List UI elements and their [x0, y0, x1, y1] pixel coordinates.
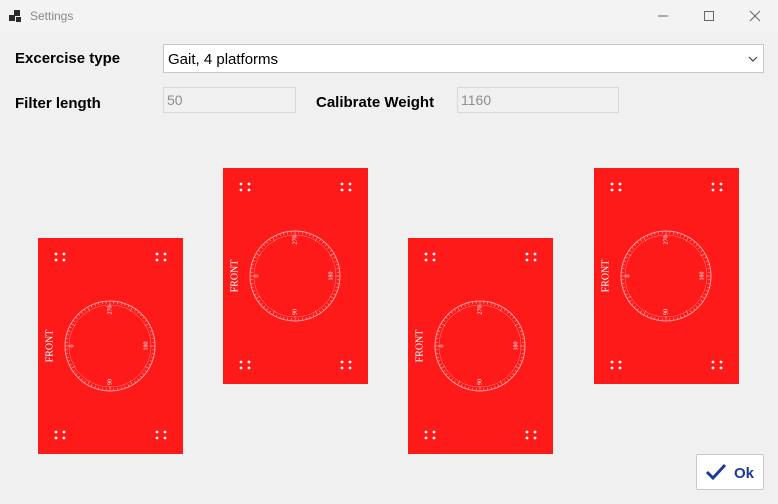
dial-label: 180	[513, 342, 519, 351]
front-label: FRONT	[44, 330, 55, 363]
maximize-icon	[704, 11, 714, 21]
dial-label: 180	[328, 272, 334, 281]
dial-label: 90	[107, 379, 113, 385]
window-title: Settings	[30, 9, 74, 23]
filter-length-label: Filter length	[15, 95, 101, 112]
dial-label: 90	[663, 309, 669, 315]
dial-label: 270	[292, 236, 298, 245]
title-bar: Settings	[0, 0, 778, 32]
maximize-button[interactable]	[686, 0, 732, 32]
close-button[interactable]	[732, 0, 778, 32]
force-platform-2: 0 90 180 270 FRONT	[223, 168, 368, 384]
front-label: FRONT	[414, 330, 425, 363]
calibrate-weight-field[interactable]: 1160	[457, 87, 619, 113]
calibrate-weight-label: Calibrate Weight	[316, 94, 435, 111]
dial-label: 0	[69, 345, 75, 348]
front-label: FRONT	[229, 260, 240, 293]
dial-label: 270	[107, 306, 113, 315]
dial-label: 270	[663, 236, 669, 245]
force-platform-4: 0 90 180 270 FRONT	[594, 168, 739, 384]
minimize-button[interactable]	[640, 0, 686, 32]
exercise-type-value: Gait, 4 platforms	[168, 51, 279, 68]
ok-label: Ok	[734, 465, 755, 482]
platform-surface	[408, 238, 553, 454]
exercise-type-label: Excercise type	[15, 50, 121, 67]
platform-surface	[594, 168, 739, 384]
exercise-type-select[interactable]: Gait, 4 platforms	[163, 44, 764, 73]
calibrate-weight-value: 1160	[461, 92, 492, 108]
minimize-icon	[658, 15, 668, 17]
force-platform-1: 0 90 180 270 FRONT	[38, 238, 183, 454]
filter-length-field[interactable]: 50	[163, 87, 296, 113]
dial-label: 180	[143, 342, 149, 351]
dial-label: 180	[699, 272, 705, 281]
dial-label: 0	[439, 345, 445, 348]
platform-surface	[38, 238, 183, 454]
settings-app-icon	[9, 10, 21, 22]
dial-label: 0	[254, 275, 260, 278]
dial-label: 0	[625, 275, 631, 278]
ok-button[interactable]: Ok	[696, 454, 764, 490]
filter-length-value: 50	[167, 92, 183, 108]
front-label: FRONT	[600, 260, 611, 293]
chevron-down-icon	[748, 56, 758, 62]
dial-label: 90	[477, 379, 483, 385]
dial-label: 270	[477, 306, 483, 315]
dial-label: 90	[292, 309, 298, 315]
checkmark-icon	[705, 463, 727, 481]
close-icon	[749, 10, 761, 22]
force-platform-3: 0 90 180 270 FRONT	[408, 238, 553, 454]
platform-surface	[223, 168, 368, 384]
